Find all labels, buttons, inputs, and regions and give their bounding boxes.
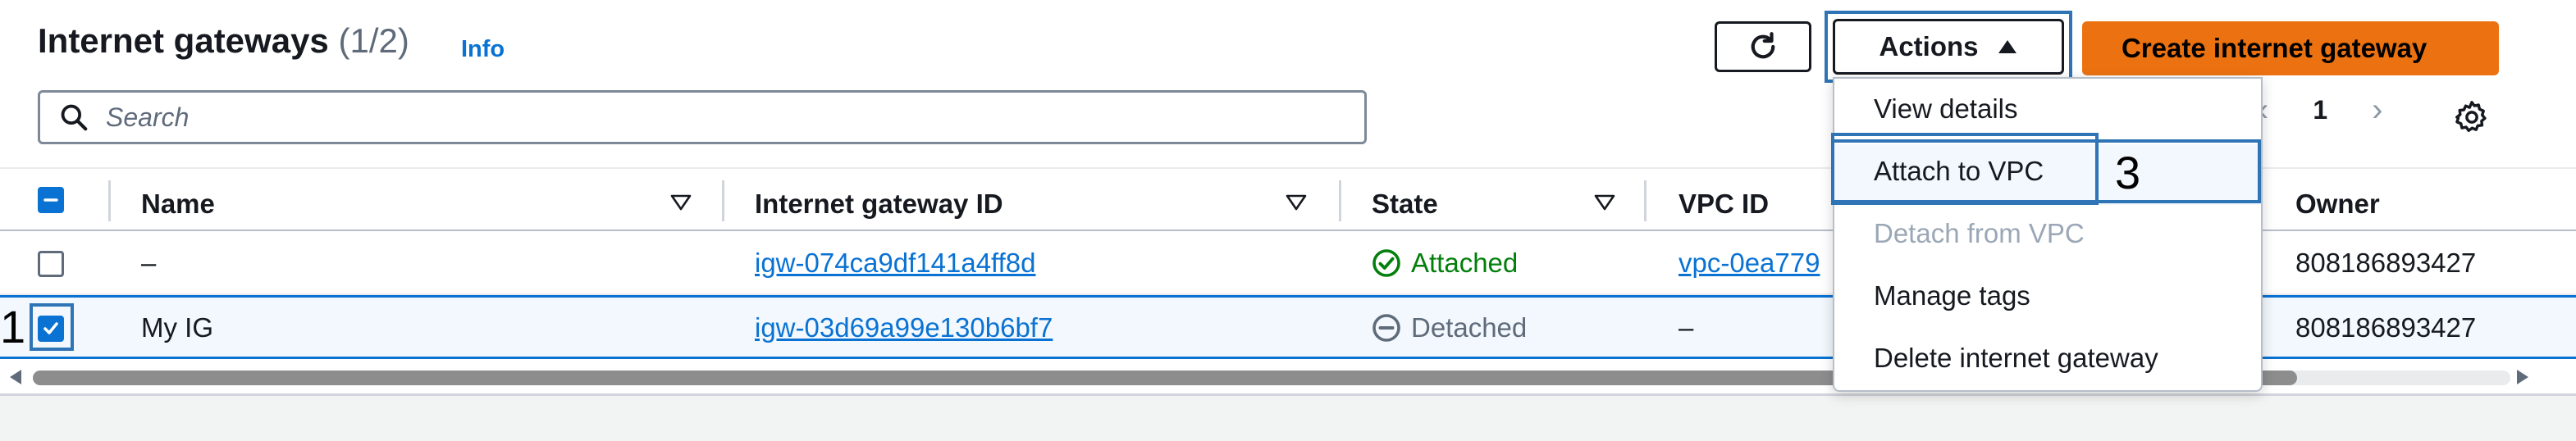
menu-item-view-details[interactable]: View details (1874, 93, 2018, 125)
igw-id-link[interactable]: igw-03d69a99e130b6bf7 (755, 312, 1053, 343)
settings-button[interactable] (2453, 98, 2491, 140)
select-all-checkbox[interactable] (38, 187, 64, 213)
row-checkbox[interactable] (38, 251, 64, 277)
current-page[interactable]: 1 (2313, 95, 2327, 125)
vpc-id-empty: – (1679, 312, 1694, 343)
menu-item-manage-tags[interactable]: Manage tags (1874, 280, 2030, 311)
row-name: My IG (141, 312, 213, 343)
column-divider (722, 180, 724, 221)
annotation-number-1: 1 (0, 301, 26, 352)
igw-id-link[interactable]: igw-074ca9df141a4ff8d (755, 248, 1036, 279)
info-link[interactable]: Info (461, 36, 505, 63)
column-header-state[interactable]: State (1372, 189, 1438, 220)
menu-item-delete-internet-gateway[interactable]: Delete internet gateway (1874, 343, 2158, 374)
vpc-id-link[interactable]: vpc-0ea779 (1679, 248, 1820, 279)
next-page-icon[interactable]: › (2372, 92, 2382, 129)
footer-area (0, 393, 2576, 441)
column-divider (1644, 180, 1647, 221)
column-header-igw-id[interactable]: Internet gateway ID (755, 189, 1003, 220)
column-header-owner[interactable]: Owner (2295, 189, 2380, 220)
annotation-number-3: 3 (2115, 147, 2141, 198)
scroll-left-icon[interactable] (7, 367, 25, 387)
annotation-box-actions (1825, 11, 2072, 83)
page-title-text: Internet gateways (38, 21, 329, 60)
annotation-box-attach-wide (1831, 139, 2261, 203)
column-divider (1339, 180, 1341, 221)
state-detached: Detached (1372, 312, 1527, 343)
state-attached: Attached (1372, 248, 1518, 279)
create-internet-gateway-button[interactable]: Create internet gateway (2082, 21, 2499, 75)
selection-count: (1/2) (338, 21, 409, 60)
search-bar[interactable] (38, 90, 1367, 144)
state-label: Attached (1411, 248, 1519, 278)
check-circle-icon (1372, 249, 1400, 277)
sort-icon[interactable] (669, 193, 692, 211)
owner-id: 808186893427 (2295, 312, 2477, 343)
page-title: Internet gateways (1/2) (38, 21, 409, 61)
gear-icon (2455, 101, 2487, 133)
annotation-box-checkbox (30, 303, 74, 351)
scroll-right-icon[interactable] (2514, 367, 2532, 387)
minus-circle-icon (1372, 314, 1400, 342)
sort-icon[interactable] (1593, 193, 1616, 211)
column-header-name[interactable]: Name (141, 189, 215, 220)
sort-icon[interactable] (1285, 193, 1308, 211)
refresh-icon (1751, 32, 1775, 59)
search-icon (61, 104, 88, 131)
column-divider (108, 180, 111, 221)
column-header-vpc-id[interactable]: VPC ID (1679, 189, 1769, 220)
refresh-button[interactable] (1715, 21, 1811, 72)
state-label: Detached (1411, 312, 1528, 343)
row-name: – (141, 248, 157, 278)
pagination: ‹ 1 › (2258, 92, 2382, 129)
menu-item-detach-from-vpc: Detach from VPC (1874, 218, 2085, 248)
search-input[interactable] (104, 101, 1256, 134)
owner-id: 808186893427 (2295, 248, 2477, 278)
indeterminate-icon (43, 198, 58, 202)
